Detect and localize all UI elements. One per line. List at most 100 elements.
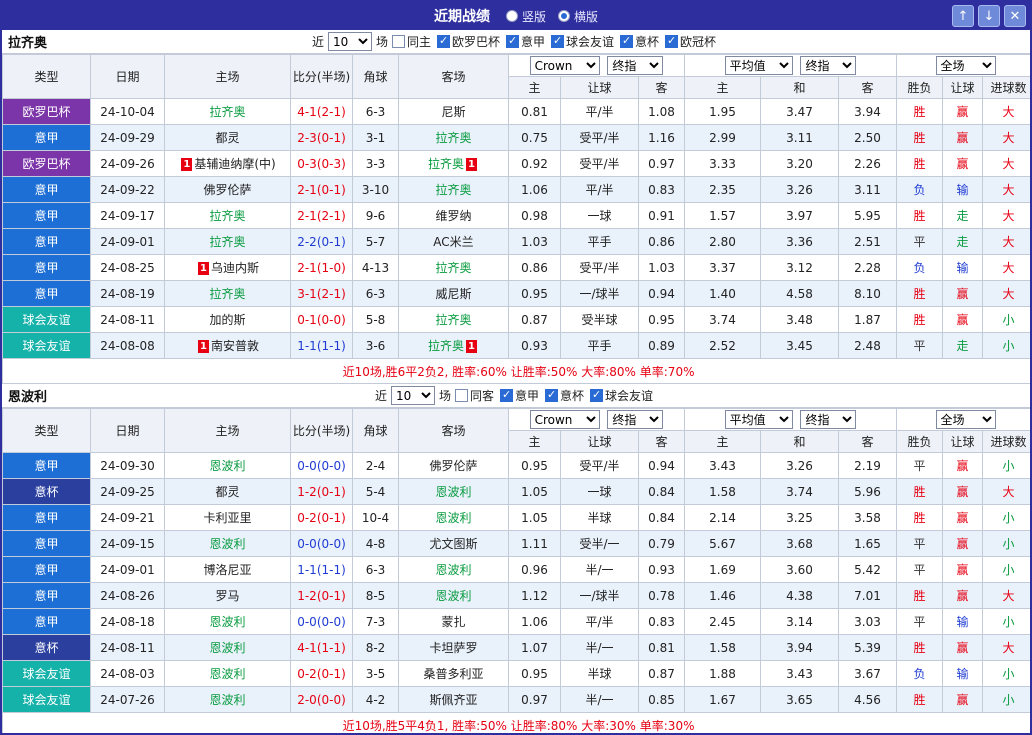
league-filter-checkbox[interactable]: 球会友谊 <box>551 33 614 50</box>
avg-odds-select[interactable]: 平均值 <box>725 410 793 429</box>
league-filter-checkbox[interactable]: 同客 <box>455 387 494 404</box>
match-row: 欧罗巴杯24-09-261基辅迪纳摩(中)0-3(0-3)3-3拉齐奥10.92… <box>3 151 1032 177</box>
score-cell: 2-1(1-0) <box>291 255 353 281</box>
league-filter-checkbox[interactable]: 意甲 <box>500 387 539 404</box>
team-link: 佛罗伦萨 <box>203 183 251 197</box>
move-up-button[interactable]: ↑ <box>952 5 974 27</box>
league-type-cell: 欧罗巴杯 <box>3 151 91 177</box>
league-filter-checkbox[interactable]: 意甲 <box>506 33 545 50</box>
odds-stage-select[interactable]: 终指 <box>800 56 856 75</box>
avg-away-odds: 1.87 <box>839 307 897 333</box>
score-cell: 0-2(0-1) <box>291 505 353 531</box>
checkbox-icon <box>500 389 513 402</box>
score-cell: 1-1(1-1) <box>291 557 353 583</box>
avg-draw-odds: 3.11 <box>761 125 839 151</box>
league-filter-checkbox[interactable]: 同主 <box>392 33 431 50</box>
league-filter-checkbox[interactable]: 欧冠杯 <box>665 33 716 50</box>
match-row: 意甲24-08-19拉齐奥3-1(2-1)6-3威尼斯0.95一/球半0.941… <box>3 281 1032 307</box>
match-date: 24-09-22 <box>91 177 165 203</box>
checkbox-icon <box>620 35 633 48</box>
avg-draw-odds: 4.38 <box>761 583 839 609</box>
avg-away-odds: 3.58 <box>839 505 897 531</box>
away-team-cell: 恩波利 <box>399 583 509 609</box>
scope-select-cell: 全场 <box>897 55 1032 77</box>
summary-row: 近10场,胜6平2负2, 胜率:60% 让胜率:50% 大率:80% 单率:70… <box>3 359 1032 384</box>
handicap-line: 半球 <box>561 661 639 687</box>
league-type-cell: 意杯 <box>3 635 91 661</box>
result-cell: 平 <box>897 453 943 479</box>
recent-results-window: 近期战绩 竖版横版 ↑ ↓ ✕ 拉齐奥 近 10 场 同主欧罗巴杯意甲球会友谊意… <box>0 0 1032 735</box>
section-filter-bar: 拉齐奥 近 10 场 同主欧罗巴杯意甲球会友谊意杯欧冠杯 <box>2 30 1030 54</box>
handicap-home-odds: 1.06 <box>509 177 561 203</box>
handicap-home-odds: 0.95 <box>509 281 561 307</box>
match-row: 意甲24-09-22佛罗伦萨2-1(0-1)3-10拉齐奥1.06平/半0.83… <box>3 177 1032 203</box>
handicap-result-cell: 赢 <box>943 635 983 661</box>
team-link: 恩波利 <box>435 511 471 525</box>
team-name: 恩波利 <box>8 386 47 405</box>
team-link: 恩波利 <box>209 641 245 655</box>
match-count-select[interactable]: 10 <box>391 386 435 405</box>
away-team-cell: 维罗纳 <box>399 203 509 229</box>
handicap-away-odds: 0.91 <box>639 203 685 229</box>
scope-select[interactable]: 全场 <box>936 410 996 429</box>
handicap-result-cell: 赢 <box>943 557 983 583</box>
handicap-line: 受平/半 <box>561 125 639 151</box>
match-date: 24-09-25 <box>91 479 165 505</box>
col-header-goals: 进球数 <box>983 77 1032 99</box>
avg-draw-odds: 3.65 <box>761 687 839 713</box>
layout-radio[interactable]: 横版 <box>558 8 598 25</box>
score-cell: 2-0(0-0) <box>291 687 353 713</box>
league-filter-checkbox[interactable]: 欧罗巴杯 <box>437 33 500 50</box>
league-type-cell: 意甲 <box>3 177 91 203</box>
filter-controls: 近 10 场 同主欧罗巴杯意甲球会友谊意杯欧冠杯 <box>312 32 720 51</box>
result-cell: 胜 <box>897 307 943 333</box>
handicap-line: 一球 <box>561 203 639 229</box>
team-link: 恩波利 <box>209 459 245 473</box>
handicap-result-cell: 赢 <box>943 125 983 151</box>
handicap-away-odds: 0.94 <box>639 453 685 479</box>
match-count-select[interactable]: 10 <box>328 32 372 51</box>
avg-odds-select[interactable]: 平均值 <box>725 56 793 75</box>
handicap-stage-select[interactable]: 终指 <box>607 56 663 75</box>
avg-draw-odds: 3.47 <box>761 99 839 125</box>
league-type-cell: 意甲 <box>3 125 91 151</box>
bookmaker-select[interactable]: Crown <box>530 410 600 429</box>
odds-stage-select[interactable]: 终指 <box>800 410 856 429</box>
avg-draw-odds: 3.68 <box>761 531 839 557</box>
avg-home-odds: 1.58 <box>685 479 761 505</box>
match-date: 24-08-11 <box>91 635 165 661</box>
results-table: 类型 日期 主场 比分(半场) 角球 客场 Crown 终指 平均值 终指 <box>2 408 1032 735</box>
scope-select[interactable]: 全场 <box>936 56 996 75</box>
avg-away-odds: 2.51 <box>839 229 897 255</box>
handicap-home-odds: 0.95 <box>509 661 561 687</box>
avg-home-odds: 2.99 <box>685 125 761 151</box>
handicap-result-cell: 赢 <box>943 505 983 531</box>
result-cell: 胜 <box>897 479 943 505</box>
corner-score-cell: 3-1 <box>353 125 399 151</box>
close-button[interactable]: ✕ <box>1004 5 1026 27</box>
league-filter-checkbox[interactable]: 意杯 <box>620 33 659 50</box>
home-team-cell: 拉齐奥 <box>165 281 291 307</box>
layout-radio[interactable]: 竖版 <box>506 8 546 25</box>
bookmaker-select[interactable]: Crown <box>530 56 600 75</box>
checkbox-icon <box>455 389 468 402</box>
match-row: 意甲24-08-18恩波利0-0(0-0)7-3蒙扎1.06平/半0.832.4… <box>3 609 1032 635</box>
results-table: 类型 日期 主场 比分(半场) 角球 客场 Crown 终指 平均值 终指 <box>2 54 1032 384</box>
checkbox-label: 意甲 <box>521 33 545 50</box>
corner-score-cell: 4-8 <box>353 531 399 557</box>
near-label: 近 <box>312 33 324 50</box>
league-filter-checkbox[interactable]: 球会友谊 <box>590 387 653 404</box>
avg-away-odds: 2.19 <box>839 453 897 479</box>
league-filter-group: 同客意甲意杯球会友谊 <box>455 387 657 404</box>
home-team-cell: 都灵 <box>165 125 291 151</box>
league-filter-checkbox[interactable]: 意杯 <box>545 387 584 404</box>
team-link: 恩波利 <box>435 563 471 577</box>
col-header-away: 客场 <box>399 55 509 99</box>
team-link: 都灵 <box>215 485 239 499</box>
checkbox-label: 同主 <box>407 33 431 50</box>
team-link: 拉齐奥 <box>435 261 471 275</box>
team-link: 恩波利 <box>209 667 245 681</box>
result-cell: 平 <box>897 557 943 583</box>
move-down-button[interactable]: ↓ <box>978 5 1000 27</box>
handicap-stage-select[interactable]: 终指 <box>607 410 663 429</box>
